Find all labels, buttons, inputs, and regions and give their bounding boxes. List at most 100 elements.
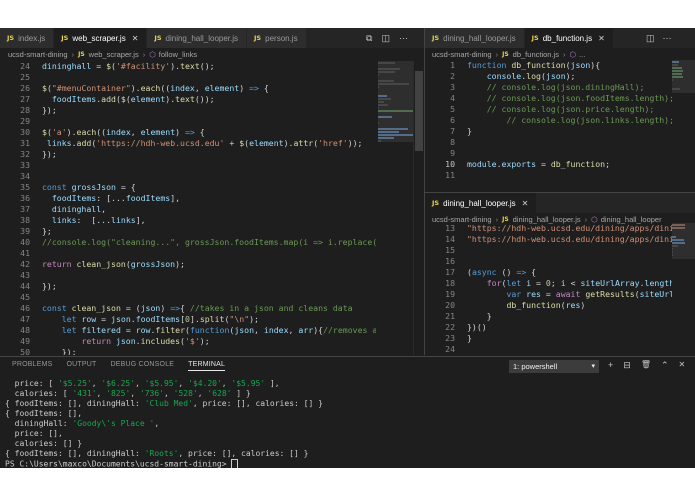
- more-actions-icon[interactable]: ⋯: [399, 33, 408, 44]
- top-right-minimap[interactable]: [672, 60, 695, 192]
- code-token: links: [42, 138, 72, 148]
- terminal-token: '628': [207, 389, 232, 398]
- code-line: 15: [425, 245, 672, 256]
- code-token: ).: [283, 138, 294, 148]
- code-token: );: [175, 259, 185, 269]
- close-icon[interactable]: ✕: [598, 34, 605, 43]
- breadcrumb-item[interactable]: ucsd-smart-dining: [432, 50, 492, 59]
- close-icon[interactable]: ✕: [132, 34, 139, 43]
- code-token: });: [61, 347, 77, 355]
- code-line: 24 dininghall = $('#facility').text();: [0, 61, 376, 72]
- code-token: "#menuContainer": [51, 83, 131, 93]
- code-token: json: [234, 325, 255, 335]
- terminal-token: '$5.25': [57, 379, 92, 388]
- left-minimap[interactable]: [378, 61, 418, 355]
- line-text: dininghall = $('#facility').text();: [42, 61, 215, 72]
- close-icon[interactable]: ✕: [522, 199, 529, 208]
- breadcrumb-item[interactable]: follow_links: [159, 50, 197, 59]
- terminal-token: '825': [106, 389, 131, 398]
- code-token: ],: [170, 193, 181, 203]
- panel-tab-output[interactable]: OUTPUT: [67, 361, 97, 371]
- line-text: var res = await getResults(siteUrlArray[: [467, 289, 672, 300]
- tab-dining-hall-looper-js[interactable]: JS dining_hall_looper.js: [425, 28, 525, 48]
- terminal-token: { foodItems: [],: [5, 409, 83, 418]
- code-token: index: [170, 83, 195, 93]
- left-tabs: JS index.js JS web_scraper.js ✕ JS dining_hall…: [0, 28, 307, 48]
- code-token: ,: [288, 325, 299, 335]
- breadcrumb-item[interactable]: ucsd-smart-dining: [8, 50, 68, 59]
- panel-actions: + ⊟ 🗑 ⌃ ✕: [608, 360, 685, 371]
- more-actions-icon[interactable]: ⋯: [663, 33, 672, 44]
- maximize-panel-icon[interactable]: ⌃: [661, 360, 669, 371]
- minimap-viewport[interactable]: [378, 61, 418, 142]
- breadcrumb-item[interactable]: web_scraper.js: [89, 50, 139, 59]
- left-scrollbar-thumb[interactable]: [415, 71, 423, 151]
- compare-icon[interactable]: ⧉: [366, 33, 372, 44]
- chevron-down-icon: ▾: [591, 363, 595, 370]
- bottom-right-tabs: JS dining_hall_looper.js ✕: [425, 193, 538, 213]
- code-token: ): [580, 300, 586, 310]
- code-token: grossJson: [71, 182, 116, 192]
- code-token: =: [120, 325, 136, 335]
- line-number: 24: [445, 344, 455, 354]
- split-terminal-icon[interactable]: ⊟: [623, 360, 631, 371]
- terminal-token: { foodItems: [], diningHall:: [5, 449, 145, 458]
- line-number: 4: [450, 93, 455, 103]
- terminal-shell-select[interactable]: 1: powershell ▾: [509, 360, 599, 373]
- code-token: =: [531, 278, 546, 288]
- tab-person-js[interactable]: JS person.js: [247, 28, 307, 48]
- trash-icon[interactable]: 🗑: [641, 360, 651, 371]
- tab-dining-hall-looper-js[interactable]: JS dining_hall_looper.js ✕: [425, 193, 538, 213]
- code-line: 38 links: [...links],: [0, 215, 376, 226]
- code-token: split: [199, 314, 225, 324]
- tab-dining-hall-looper-js[interactable]: JS dining_hall_looper.js: [147, 28, 248, 48]
- line-number: 43: [20, 270, 30, 280]
- left-code-area[interactable]: 24 dininghall = $('#facility').text(); 25 2…: [0, 61, 376, 355]
- code-token: ());: [194, 94, 215, 104]
- code-token: json: [140, 303, 161, 313]
- code-token: : [...: [76, 215, 112, 225]
- panel-tab-terminal[interactable]: TERMINAL: [188, 361, 226, 371]
- top-right-code-area[interactable]: 1 function db_function(json){2 console.lo…: [425, 60, 675, 192]
- split-editor-icon[interactable]: ◫: [381, 33, 390, 44]
- bottom-right-code-area[interactable]: 13 "https://hdh-web.ucsd.edu/dining/apps/…: [425, 223, 672, 355]
- tab-label: dining_hall_looper.js: [443, 198, 516, 208]
- terminal-output[interactable]: price: [ '$5.25', '$6.25', '$5.95', '$4.…: [0, 379, 695, 468]
- code-token: each: [76, 127, 97, 137]
- breadcrumb-item[interactable]: db_function.js: [513, 50, 559, 59]
- terminal-token: PS C:\Users\maxco\Documents\ucsd-smart-d…: [5, 459, 232, 469]
- terminal-token: ] }: [231, 389, 251, 398]
- new-terminal-icon[interactable]: +: [608, 360, 613, 371]
- breadcrumb-item[interactable]: ...: [579, 50, 585, 59]
- close-panel-icon[interactable]: ✕: [679, 360, 686, 371]
- top-right-editor-actions: ◫ ⋯: [640, 28, 678, 48]
- code-token: ;: [550, 278, 561, 288]
- line-text: });: [42, 105, 57, 116]
- code-token: db_function: [511, 60, 566, 70]
- terminal-token: '$5.95': [231, 379, 266, 388]
- code-token: foodItems: [42, 193, 97, 203]
- terminal-token: , price: [], calories: [] }: [192, 399, 323, 408]
- bottom-right-minimap[interactable]: [672, 223, 695, 355]
- tab-db-function-js[interactable]: JS db_function.js ✕: [524, 28, 614, 48]
- code-token: row: [135, 325, 151, 335]
- tab-web-scraper-js[interactable]: JS web_scraper.js ✕: [54, 28, 148, 48]
- code-token: "https://hdh-web.ucsd.edu/dining/apps/di…: [467, 234, 672, 244]
- minimap-viewport[interactable]: [672, 223, 695, 259]
- left-scrollbar[interactable]: [413, 61, 424, 355]
- code-token: : [...: [96, 193, 126, 203]
- split-editor-icon[interactable]: ◫: [646, 33, 655, 44]
- panel-tab-problems[interactable]: PROBLEMS: [12, 361, 53, 371]
- code-token: const: [42, 182, 67, 192]
- chevron-right-icon: ›: [495, 50, 499, 59]
- minimap-viewport[interactable]: [672, 60, 695, 93]
- tab-index-js[interactable]: JS index.js: [0, 28, 55, 48]
- panel-tab-debug-console[interactable]: DEBUG CONSOLE: [110, 361, 174, 371]
- line-number: 42: [20, 259, 30, 269]
- code-token: filtered: [81, 325, 121, 335]
- line-number: 44: [20, 281, 30, 291]
- code-token: async: [471, 267, 497, 277]
